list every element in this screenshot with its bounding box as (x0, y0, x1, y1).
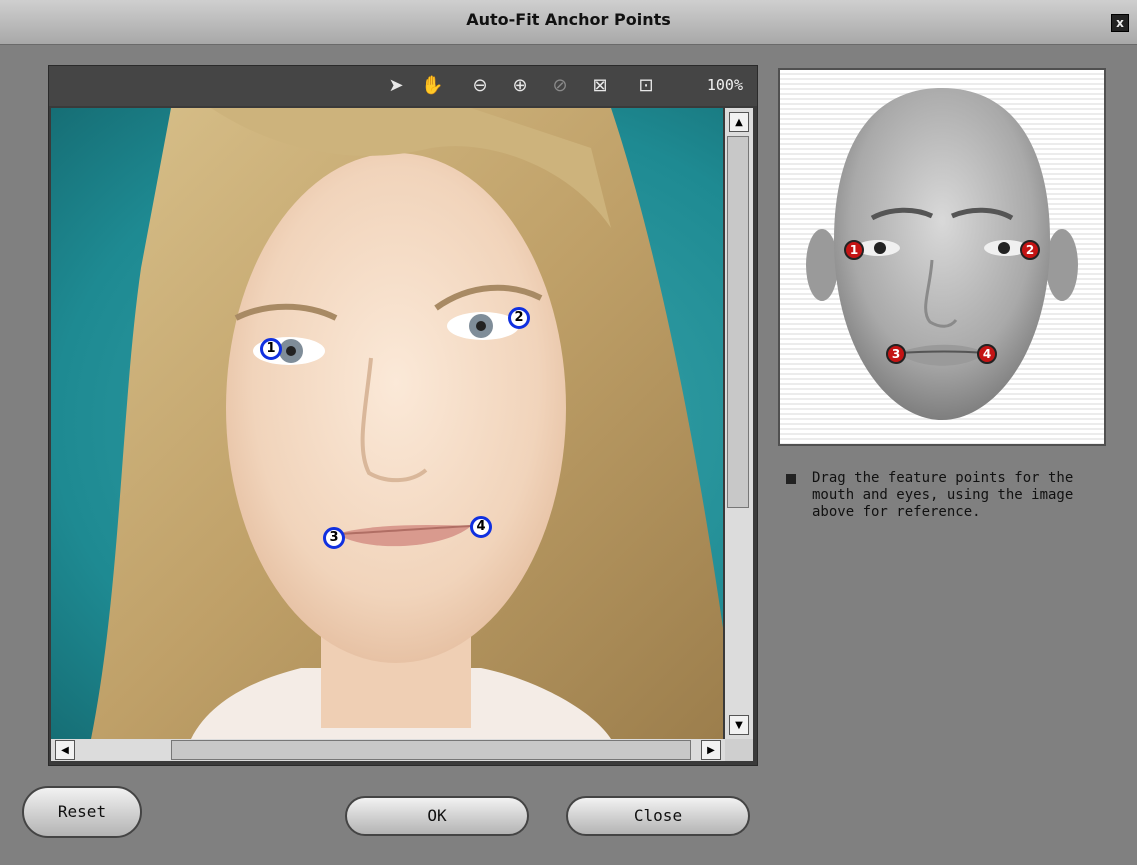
anchor-point-4[interactable]: 4 (470, 516, 492, 538)
vertical-scrollbar[interactable]: ▲ ▼ (725, 108, 753, 739)
photo-viewport[interactable]: 1 2 3 4 (51, 108, 723, 739)
dialog-title: Auto-Fit Anchor Points (466, 10, 671, 29)
center-zoom-icon[interactable]: ⊡ (635, 75, 657, 97)
fit-view-icon[interactable]: ⊠ (589, 75, 611, 97)
scroll-corner (725, 739, 753, 761)
portrait-photo (91, 108, 723, 739)
reference-point-1: 1 (844, 240, 864, 260)
reference-face-panel: 1 2 3 4 (778, 68, 1106, 446)
disabled-circle-icon: ⊘ (552, 75, 568, 96)
ok-button[interactable]: OK (345, 796, 529, 836)
anchor-point-2[interactable]: 2 (508, 307, 530, 329)
title-bar[interactable]: Auto-Fit Anchor Points x (0, 0, 1137, 45)
reference-point-4: 4 (977, 344, 997, 364)
reset-button[interactable]: Reset (22, 786, 142, 838)
anchor-point-3[interactable]: 3 (323, 527, 345, 549)
scroll-right-button[interactable]: ▶ (701, 740, 721, 760)
image-editor: ➤ ✋ ⊖ ⊕ ⊘ ⊠ ⊡ 100% 1 2 3 4 ▲ ▼ ◀ ▶ (48, 65, 758, 766)
bullet-icon (786, 474, 796, 484)
zoom-out-icon[interactable]: ⊖ (469, 75, 491, 97)
reference-face-image (806, 88, 1078, 420)
instructions-text: Drag the feature points for the mouth an… (812, 470, 1074, 520)
reference-point-3: 3 (886, 344, 906, 364)
horizontal-scrollbar[interactable]: ◀ ▶ (51, 739, 725, 761)
editor-toolbar: ➤ ✋ ⊖ ⊕ ⊘ ⊠ ⊡ 100% (49, 66, 757, 106)
auto-fit-dialog: Auto-Fit Anchor Points x ➤ ✋ ⊖ ⊕ ⊘ ⊠ ⊡ 1… (0, 0, 1137, 865)
scroll-down-button[interactable]: ▼ (729, 715, 749, 735)
close-icon[interactable]: x (1111, 14, 1129, 32)
horizontal-scroll-thumb[interactable] (171, 740, 691, 760)
vertical-scroll-thumb[interactable] (727, 136, 749, 508)
select-arrow-icon[interactable]: ➤ (385, 75, 407, 97)
zoom-level: 100% (706, 76, 743, 94)
scroll-up-button[interactable]: ▲ (729, 112, 749, 132)
anchor-point-1[interactable]: 1 (260, 338, 282, 360)
zoom-in-icon[interactable]: ⊕ (509, 75, 531, 97)
close-button[interactable]: Close (566, 796, 750, 836)
scroll-left-button[interactable]: ◀ (55, 740, 75, 760)
pan-hand-icon[interactable]: ✋ (421, 75, 443, 97)
reference-point-2: 2 (1020, 240, 1040, 260)
